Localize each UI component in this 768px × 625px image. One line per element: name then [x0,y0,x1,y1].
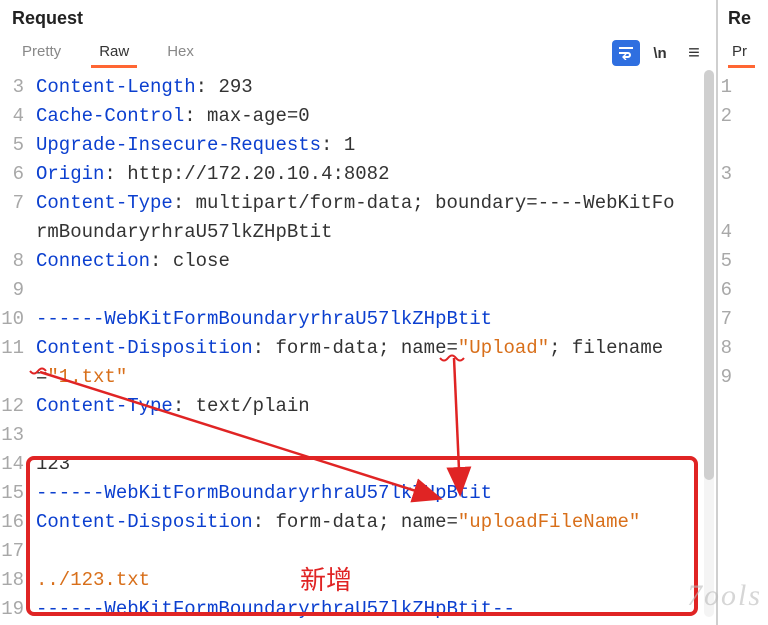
line-number: 13 [0,421,30,450]
line-number: 5 [0,131,30,160]
line-number: 17 [0,537,30,566]
line-number: 6 [0,160,30,189]
newline-icon[interactable]: \n [646,40,674,66]
code-line[interactable] [36,421,676,450]
pane-title: Request [0,0,716,29]
tab-row: Pr [720,29,768,71]
line-number [720,189,738,218]
line-number: 8 [0,247,30,276]
code-line[interactable]: Upgrade-Insecure-Requests: 1 [36,131,676,160]
line-number: 11 [0,334,30,363]
tab-row: Pretty Raw Hex \n ≡ [0,29,716,71]
line-number: 6 [720,276,738,305]
line-number: 2 [720,102,738,131]
code-content[interactable]: Content-Length: 293Cache-Control: max-ag… [30,71,716,619]
line-number: 8 [720,334,738,363]
line-number: 7 [0,189,30,218]
code-line[interactable]: ------WebKitFormBoundaryrhraU57lkZHpBtit [36,305,676,334]
pane-title: Re [720,0,768,29]
scrollbar-thumb[interactable] [704,70,714,480]
code-line[interactable]: Origin: http://172.20.10.4:8082 [36,160,676,189]
line-number [720,131,738,160]
tab-raw[interactable]: Raw [89,39,139,68]
line-number: 3 [0,73,30,102]
line-number: 9 [720,363,738,392]
raw-editor[interactable]: 34567 891011 1213141516171819 Content-Le… [0,71,716,619]
line-number: 3 [720,160,738,189]
line-number: 16 [0,508,30,537]
menu-icon[interactable]: ≡ [680,40,708,66]
code-line[interactable]: ------WebKitFormBoundaryrhraU57lkZHpBtit [36,479,676,508]
code-line[interactable] [36,537,676,566]
code-line[interactable]: ------WebKitFormBoundaryrhraU57lkZHpBtit… [36,595,676,619]
line-number: 9 [0,276,30,305]
code-line[interactable]: Connection: close [36,247,676,276]
line-number: 7 [720,305,738,334]
code-line[interactable] [36,276,676,305]
line-number: 4 [0,102,30,131]
line-number: 10 [0,305,30,334]
line-number: 19 [0,595,30,619]
tab-pretty[interactable]: Pr [726,39,757,68]
request-pane: Request Pretty Raw Hex \n ≡ 34567 891011… [0,0,718,625]
code-line[interactable]: 123 [36,450,676,479]
code-line[interactable]: Content-Disposition: form-data; name="up… [36,508,676,537]
line-number: 14 [0,450,30,479]
line-number-gutter: 12 3 456789 [720,71,738,619]
code-line[interactable]: Content-Length: 293 [36,73,676,102]
response-pane: Re Pr 12 3 456789 [720,0,768,625]
raw-editor[interactable]: 12 3 456789 [720,71,768,619]
line-number: 4 [720,218,738,247]
line-number: 18 [0,566,30,595]
code-line[interactable]: Content-Type: multipart/form-data; bound… [36,189,676,247]
wrap-icon[interactable] [612,40,640,66]
line-number: 15 [0,479,30,508]
code-line[interactable]: Content-Disposition: form-data; name="Up… [36,334,676,392]
tab-pretty[interactable]: Pretty [12,39,71,68]
line-number-gutter: 34567 891011 1213141516171819 [0,71,30,619]
code-line[interactable]: Cache-Control: max-age=0 [36,102,676,131]
code-line[interactable]: Content-Type: text/plain [36,392,676,421]
line-number: 1 [720,73,738,102]
scrollbar-track[interactable] [704,70,714,617]
line-number: 12 [0,392,30,421]
tab-hex[interactable]: Hex [157,39,204,68]
line-number: 5 [720,247,738,276]
code-line[interactable]: ../123.txt [36,566,676,595]
